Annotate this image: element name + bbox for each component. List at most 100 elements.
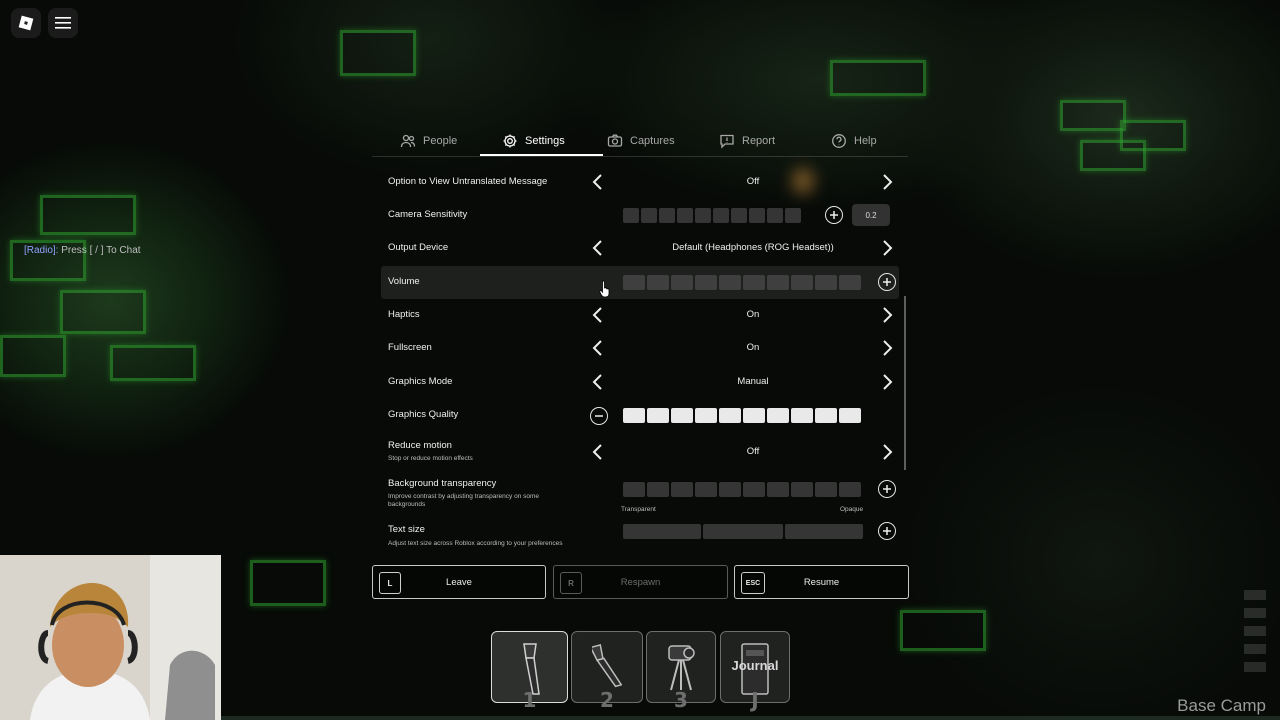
tab-people[interactable]: People	[400, 126, 457, 156]
increase-button[interactable]	[878, 273, 896, 291]
increase-button[interactable]	[878, 480, 896, 498]
stat-bar	[1244, 626, 1266, 636]
chevron-right-icon[interactable]	[878, 304, 896, 326]
chevron-right-icon[interactable]	[878, 337, 896, 359]
setting-description: Improve contrast by adjusting transparen…	[388, 493, 540, 508]
settings-scrollbar[interactable]	[904, 296, 906, 470]
volume-slider[interactable]	[623, 275, 861, 290]
chevron-right-icon[interactable]	[878, 371, 896, 393]
slider-segment[interactable]	[647, 408, 669, 423]
chevron-left-icon[interactable]	[589, 304, 607, 326]
slider-segment[interactable]	[695, 482, 717, 497]
tab-help[interactable]: Help	[831, 126, 877, 156]
journal-label: Journal	[731, 658, 779, 673]
tab-settings[interactable]: Settings	[480, 126, 603, 156]
hotbar-slot-3[interactable]: 3	[646, 631, 716, 712]
setting-label: Graphics Mode	[388, 376, 453, 387]
slider-segment[interactable]	[815, 275, 837, 290]
slider-segment[interactable]	[791, 275, 813, 290]
background-transparency-slider[interactable]	[623, 482, 861, 497]
slider-segment[interactable]	[703, 524, 783, 539]
slider-segment[interactable]	[695, 275, 717, 290]
chevron-left-icon[interactable]	[589, 171, 607, 193]
slider-segment[interactable]	[695, 408, 717, 423]
graphics-quality-slider[interactable]	[623, 408, 861, 423]
chevron-right-icon[interactable]	[878, 171, 896, 193]
slider-segment[interactable]	[647, 482, 669, 497]
slider-segment[interactable]	[623, 275, 645, 290]
slider-segment[interactable]	[767, 408, 789, 423]
report-icon	[720, 134, 734, 149]
hotbar-slot-1[interactable]: 1	[491, 631, 568, 712]
leave-button[interactable]: L Leave	[372, 565, 546, 599]
stat-row	[1116, 588, 1266, 602]
text-size-slider[interactable]	[623, 524, 863, 539]
setting-output-device: Output Device Default (Headphones (ROG H…	[381, 232, 899, 265]
setting-label: Graphics Quality	[388, 409, 459, 420]
slider-segment[interactable]	[815, 482, 837, 497]
stat-bar	[1244, 662, 1266, 672]
setting-value: Default (Headphones (ROG Headset))	[672, 242, 834, 253]
hotbar-slot-number: 1	[522, 688, 537, 712]
slider-segment[interactable]	[659, 208, 675, 223]
slider-segment[interactable]	[623, 524, 701, 539]
active-tab-indicator	[480, 154, 603, 156]
hotbar-slot-2[interactable]: 2	[571, 631, 643, 712]
slider-segment[interactable]	[749, 208, 765, 223]
increase-button[interactable]	[878, 522, 896, 540]
hotbar-slot-journal[interactable]: Journal J	[720, 631, 790, 712]
tab-captures[interactable]: Captures	[607, 126, 675, 156]
slider-segment[interactable]	[839, 275, 861, 290]
setting-untranslated-message: Option to View Untranslated Message Off	[381, 166, 899, 199]
slider-segment[interactable]	[671, 482, 693, 497]
slider-segment[interactable]	[785, 208, 801, 223]
slider-segment[interactable]	[623, 208, 639, 223]
menu-button[interactable]	[48, 8, 78, 38]
chevron-left-icon[interactable]	[589, 337, 607, 359]
slider-segment[interactable]	[671, 408, 693, 423]
slider-segment[interactable]	[839, 482, 861, 497]
slider-segment[interactable]	[743, 408, 765, 423]
increase-button[interactable]	[825, 206, 843, 224]
camera-sensitivity-slider[interactable]	[623, 208, 801, 223]
chevron-left-icon[interactable]	[589, 371, 607, 393]
stat-bar	[1244, 590, 1266, 600]
slider-segment[interactable]	[671, 275, 693, 290]
decrease-button[interactable]	[590, 407, 608, 425]
slider-segment[interactable]	[791, 408, 813, 423]
chevron-left-icon[interactable]	[589, 441, 607, 463]
slider-segment[interactable]	[743, 275, 765, 290]
slider-segment[interactable]	[719, 408, 741, 423]
slider-segment[interactable]	[731, 208, 747, 223]
slider-segment[interactable]	[623, 408, 645, 423]
slider-segment[interactable]	[815, 408, 837, 423]
slider-segment[interactable]	[839, 408, 861, 423]
slider-segment[interactable]	[743, 482, 765, 497]
resume-button[interactable]: ESC Resume	[734, 565, 909, 599]
tab-report[interactable]: Report	[719, 126, 775, 156]
slider-segment[interactable]	[695, 208, 711, 223]
setting-background-transparency: Background transparency Improve contrast…	[381, 473, 899, 517]
slider-segment[interactable]	[767, 275, 789, 290]
wall-brick	[900, 610, 986, 651]
chevron-left-icon[interactable]	[589, 237, 607, 259]
slider-segment[interactable]	[641, 208, 657, 223]
camera-sensitivity-value[interactable]: 0.2	[852, 204, 890, 226]
slider-segment[interactable]	[647, 275, 669, 290]
respawn-button[interactable]: R Respawn	[553, 565, 728, 599]
slider-segment[interactable]	[713, 208, 729, 223]
slider-segment[interactable]	[767, 482, 789, 497]
slider-segment[interactable]	[719, 482, 741, 497]
roblox-logo-button[interactable]	[11, 8, 41, 38]
stat-row	[1116, 624, 1266, 638]
slider-segment[interactable]	[785, 524, 863, 539]
setting-description: Stop or reduce motion effects	[388, 455, 473, 462]
slider-segment[interactable]	[623, 482, 645, 497]
slider-segment[interactable]	[719, 275, 741, 290]
slider-segment[interactable]	[677, 208, 693, 223]
slider-segment[interactable]	[767, 208, 783, 223]
slider-segment[interactable]	[791, 482, 813, 497]
chevron-right-icon[interactable]	[878, 237, 896, 259]
chevron-right-icon[interactable]	[878, 441, 896, 463]
setting-label: Output Device	[388, 242, 449, 253]
